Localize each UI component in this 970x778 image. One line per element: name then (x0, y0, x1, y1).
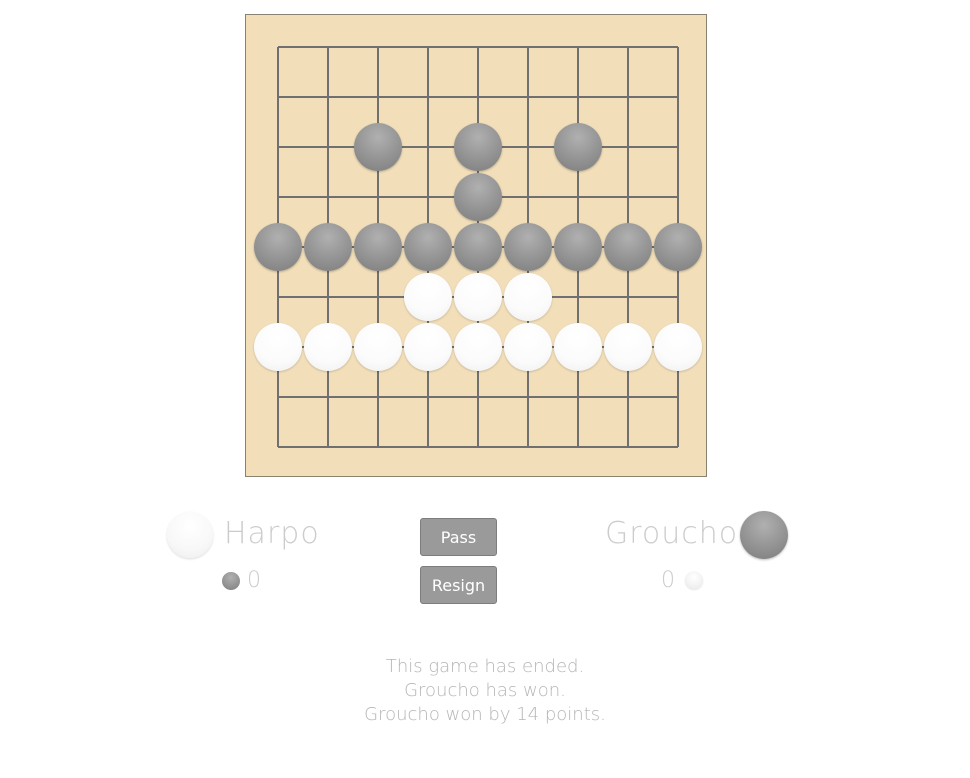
pass-button[interactable]: Pass (420, 518, 497, 556)
black-stone (304, 223, 352, 271)
white-stone (654, 323, 702, 371)
black-stone (404, 223, 452, 271)
black-stone (354, 223, 402, 271)
black-stone (504, 223, 552, 271)
black-stone (454, 223, 502, 271)
status-line-ended: This game has ended. (385, 656, 585, 677)
resign-button[interactable]: Resign (420, 566, 497, 604)
captured-black-stone-icon (222, 572, 240, 590)
go-board[interactable] (245, 14, 707, 477)
black-stone (554, 223, 602, 271)
black-stone (654, 223, 702, 271)
black-stone (354, 123, 402, 171)
black-stone (254, 223, 302, 271)
black-stone (604, 223, 652, 271)
status-line-winner: Groucho has won. (404, 680, 566, 701)
black-stone (454, 173, 502, 221)
white-stone (304, 323, 352, 371)
black-stone (454, 123, 502, 171)
captured-white-stone-icon (685, 572, 703, 590)
game-status: This game has ended. Groucho has won. Gr… (0, 655, 970, 727)
white-stone (554, 323, 602, 371)
white-stone (404, 273, 452, 321)
white-stone (604, 323, 652, 371)
black-player-stone-icon (740, 511, 788, 559)
black-player-captures: 0 (661, 568, 675, 593)
white-stone (404, 323, 452, 371)
white-stone (254, 323, 302, 371)
status-line-margin: Groucho won by 14 points. (364, 704, 606, 725)
black-stone (554, 123, 602, 171)
white-stone (354, 323, 402, 371)
white-stone (504, 273, 552, 321)
white-stone (504, 323, 552, 371)
white-stone (454, 323, 502, 371)
black-player-name: Groucho (605, 516, 739, 551)
white-player-name: Harpo (224, 516, 320, 551)
white-player-captures: 0 (247, 568, 261, 593)
white-stone (454, 273, 502, 321)
white-player-stone-icon (167, 512, 213, 558)
